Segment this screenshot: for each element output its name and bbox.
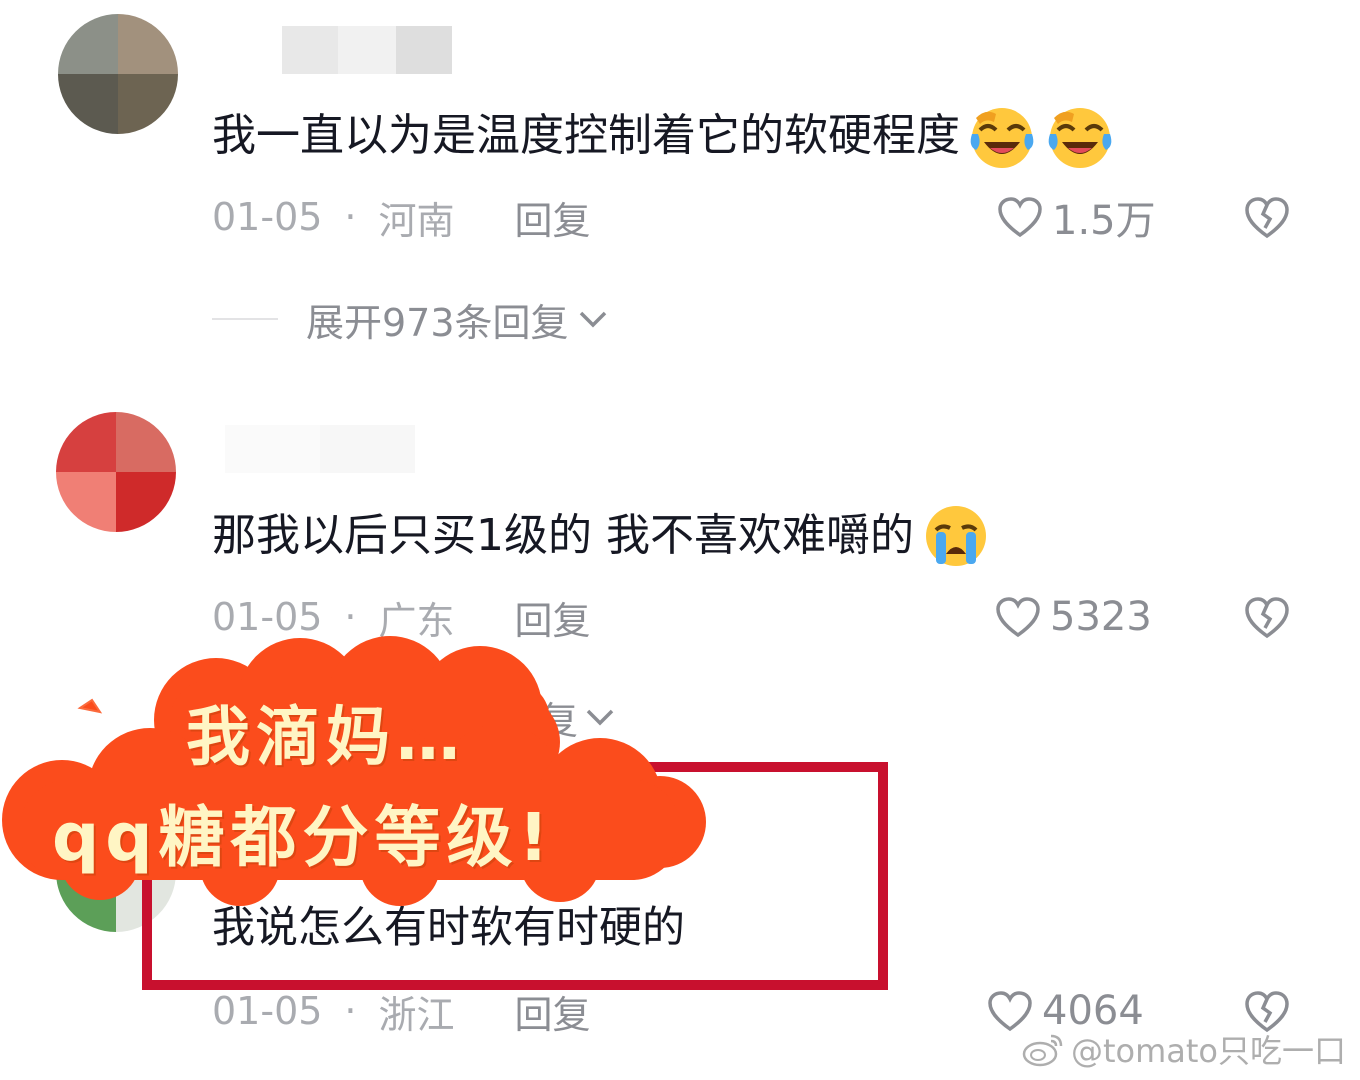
reply-button[interactable]: 回复 [515,190,591,245]
watermark: @tomato只吃一口 [1021,1026,1346,1072]
avatar[interactable] [56,412,176,532]
crying-emoji [920,500,992,572]
watermark-text: @tomato只吃一口 [1070,1032,1346,1070]
heart-icon [996,597,1040,638]
separator-dot: · [344,989,357,1033]
chevron-down-icon [586,709,614,726]
chevron-down-icon [579,311,606,328]
laugh-cry-emoji [1044,100,1116,172]
expand-divider [212,318,278,320]
avatar[interactable] [58,14,178,134]
separator-dot: · [344,595,357,639]
broken-heart-icon[interactable] [1242,592,1292,642]
comment-date: 01-05 [212,989,323,1033]
expand-replies-button[interactable]: 复 [540,692,616,743]
reply-button[interactable]: 回复 [515,984,591,1039]
expand-replies-button[interactable]: 展开973条回复 [306,294,609,345]
username-blurred[interactable] [225,425,415,473]
comment-date: 01-05 [212,195,323,239]
like-count: 1.5万 [1052,198,1156,244]
comment-text: 我一直以为是温度控制着它的软硬程度 [212,100,1116,172]
broken-heart-icon[interactable] [1242,192,1292,242]
comment-location: 浙江 [378,992,455,1037]
like-button[interactable]: 5323 [994,592,1152,642]
comment-body: 那我以后只买1级的 我不喜欢难嚼的 [212,510,914,561]
comment-meta: 01-05 · 河南 回复 [212,190,591,245]
comment-body: 我一直以为是温度控制着它的软硬程度 [212,110,960,161]
username-blurred[interactable] [282,26,452,74]
comment-screenshot: 我一直以为是温度控制着它的软硬程度 01-05 · 河南 回复 1.5万 展开9… [0,0,1360,1080]
separator-dot: · [344,195,357,239]
sticker-caption-line: qq糖都分等级! [52,799,555,876]
expand-replies-label: 展开973条回复 [306,300,569,345]
comment-date: 01-05 [212,595,323,639]
comment-location: 广东 [378,598,455,643]
comment-meta: 01-05 · 浙江 回复 [212,984,591,1039]
expand-replies-label: 复 [540,698,579,743]
heart-icon [998,197,1042,238]
weibo-icon [1022,1034,1063,1067]
like-button[interactable]: 1.5万 [996,192,1156,244]
comment-text: 那我以后只买1级的 我不喜欢难嚼的 [212,500,992,572]
comment-meta: 01-05 · 广东 回复 [212,590,591,645]
sticker-caption-line: 我滴妈… [186,701,466,775]
comment-location: 河南 [378,198,455,243]
laugh-cry-emoji [966,100,1038,172]
like-count: 5323 [1050,594,1152,640]
reply-button[interactable]: 回复 [515,590,591,645]
